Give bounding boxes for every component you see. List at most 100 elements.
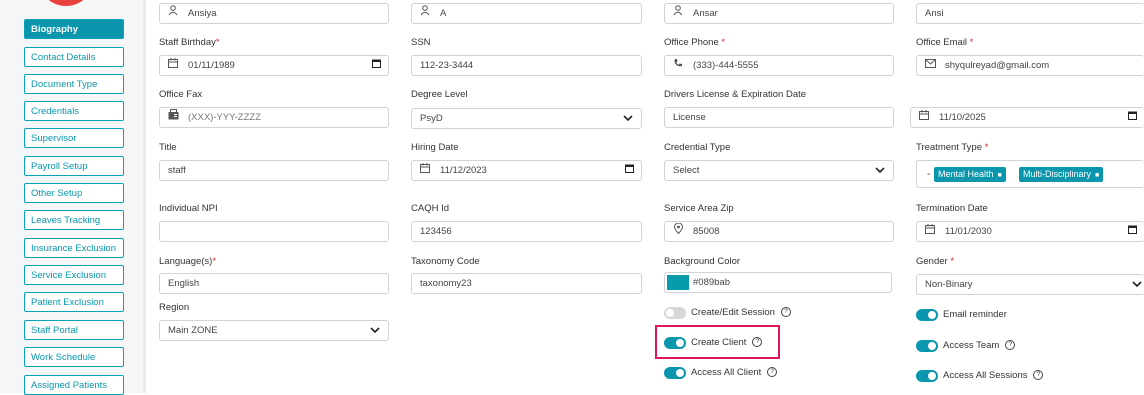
taxonomy-code-label: Taxonomy Code (411, 256, 480, 267)
help-icon[interactable]: ? (1033, 370, 1044, 381)
treatment-type-multiselect[interactable]: - Mental Health ■ Multi-Disciplinary ■ (916, 160, 1144, 188)
user-icon (672, 4, 684, 23)
help-icon[interactable]: ? (752, 337, 763, 348)
chip-multi-disciplinary[interactable]: Multi-Disciplinary ■ (1019, 167, 1104, 183)
sidebar-item-contact-details[interactable]: Contact Details (24, 47, 124, 67)
nick-name-value: Ansi (925, 8, 944, 19)
access-all-client-label: Access All Client? (691, 367, 778, 378)
chip-mental-health[interactable]: Mental Health ■ (934, 167, 1006, 182)
sidebar-item-other-setup[interactable]: Other Setup (24, 183, 124, 203)
sidebar-item-work-schedule[interactable]: Work Schedule (24, 347, 124, 367)
termination-date-input[interactable]: 11/01/2030 (916, 221, 1144, 242)
nick-name-field[interactable]: Ansi (916, 3, 1144, 24)
hiring-date-value: 11/12/2023 (440, 165, 487, 176)
help-icon[interactable]: ? (780, 307, 791, 318)
chevron-down-icon (370, 321, 380, 340)
calendar-picker-icon[interactable] (1128, 222, 1137, 241)
languages-input[interactable]: English (159, 273, 389, 294)
license-expiration-value: 11/10/2025 (939, 112, 986, 123)
chip-remove-icon[interactable]: ■ (1095, 168, 1099, 183)
chip-remove-icon[interactable]: ■ (998, 168, 1002, 183)
drivers-license-input[interactable]: License (664, 107, 894, 128)
individual-npi-input[interactable] (159, 221, 389, 242)
chevron-down-icon (623, 109, 633, 128)
sidebar-item-service-exclusion[interactable]: Service Exclusion (24, 265, 124, 285)
fax-icon (167, 108, 179, 127)
sidebar-item-credentials[interactable]: Credentials (24, 101, 124, 121)
last-name-field[interactable]: Ansar (664, 3, 894, 24)
create-edit-session-toggle[interactable] (664, 307, 686, 319)
office-phone-label: Office Phone * (664, 37, 726, 48)
access-all-sessions-label: Access All Sessions? (943, 370, 1044, 381)
degree-level-value: PsyD (420, 113, 443, 124)
credential-type-select[interactable]: Select (664, 160, 894, 181)
gender-select[interactable]: Non-Binary (916, 274, 1144, 295)
first-name-field[interactable]: Ansiya (159, 3, 389, 24)
calendar-picker-icon[interactable] (625, 161, 634, 180)
caqh-id-value: 123456 (420, 226, 452, 237)
hiring-date-input[interactable]: 11/12/2023 (411, 160, 642, 181)
access-all-sessions-toggle[interactable] (916, 370, 938, 382)
chevron-down-icon (875, 161, 885, 180)
user-icon (419, 4, 431, 23)
caqh-id-input[interactable]: 123456 (411, 221, 642, 242)
sidebar-item-document-type[interactable]: Document Type (24, 74, 124, 94)
last-name-value: Ansar (693, 8, 718, 19)
title-input[interactable]: staff (159, 160, 389, 181)
create-client-toggle[interactable] (664, 337, 686, 349)
service-area-zip-label: Service Area Zip (664, 203, 734, 214)
staff-birthday-input[interactable]: 01/11/1989 (159, 55, 389, 76)
gender-label: Gender * (916, 256, 955, 267)
middle-name-field[interactable]: A (411, 3, 642, 24)
drivers-license-label: Drivers License & Expiration Date (664, 89, 807, 100)
service-area-zip-input[interactable]: 85008 (664, 221, 894, 242)
calendar-icon (167, 56, 179, 75)
license-expiration-input[interactable]: 11/10/2025 (910, 107, 1144, 128)
panel-divider (143, 0, 146, 393)
office-email-input[interactable]: shyqulreyad@gmail.com (916, 55, 1144, 76)
title-value: staff (168, 165, 186, 176)
treatment-type-label: Treatment Type * (916, 142, 989, 153)
create-edit-session-label: Create/Edit Session? (691, 307, 791, 318)
degree-level-select[interactable]: PsyD (411, 108, 642, 129)
languages-value: English (168, 278, 200, 289)
region-select[interactable]: Main ZONE (159, 320, 389, 341)
sidebar-item-biography[interactable]: Biography (24, 19, 124, 39)
languages-label: Language(s)* (159, 256, 217, 267)
sidebar-item-payroll-setup[interactable]: Payroll Setup (24, 156, 124, 176)
sidebar-item-staff-portal[interactable]: Staff Portal (24, 320, 124, 340)
hiring-date-label: Hiring Date (411, 142, 459, 153)
envelope-icon (924, 56, 936, 75)
help-icon[interactable]: ? (1005, 340, 1016, 351)
office-fax-input[interactable]: (XXX)-YYY-ZZZZ (159, 107, 389, 128)
email-reminder-toggle[interactable] (916, 309, 938, 321)
taxonomy-code-value: taxonomy23 (420, 278, 472, 289)
sidebar-item-insurance-exclusion[interactable]: Insurance Exclusion (24, 238, 124, 258)
sidebar-item-leaves-tracking[interactable]: Leaves Tracking (24, 210, 124, 230)
calendar-icon (924, 222, 936, 241)
sidebar-item-supervisor[interactable]: Supervisor (24, 128, 124, 148)
access-all-client-toggle[interactable] (664, 367, 686, 379)
location-pin-icon (672, 222, 684, 241)
taxonomy-code-input[interactable]: taxonomy23 (411, 273, 642, 294)
calendar-picker-icon[interactable] (372, 56, 381, 75)
ssn-input[interactable]: 112-23-3444 (411, 55, 642, 76)
sidebar-item-patient-exclusion[interactable]: Patient Exclusion (24, 292, 124, 312)
region-label: Region (159, 302, 190, 313)
access-team-toggle[interactable] (916, 340, 938, 352)
degree-level-label: Degree Level (411, 89, 468, 100)
calendar-picker-icon[interactable] (1128, 108, 1137, 127)
sidebar-item-assigned-patients[interactable]: Assigned Patients (24, 375, 124, 395)
help-icon[interactable]: ? (767, 367, 778, 378)
background-color-picker[interactable]: #089bab (664, 272, 892, 293)
access-team-label: Access Team? (943, 340, 1016, 351)
chevron-down-icon (1132, 275, 1142, 294)
credential-type-value: Select (673, 165, 700, 176)
office-phone-input[interactable]: (333)-444-5555 (664, 55, 894, 76)
region-value: Main ZONE (168, 325, 218, 336)
drivers-license-value: License (673, 112, 706, 123)
individual-npi-label: Individual NPI (159, 203, 218, 214)
phone-icon (672, 56, 684, 75)
staff-birthday-label: Staff Birthday* (159, 37, 220, 48)
color-swatch[interactable] (667, 275, 689, 290)
